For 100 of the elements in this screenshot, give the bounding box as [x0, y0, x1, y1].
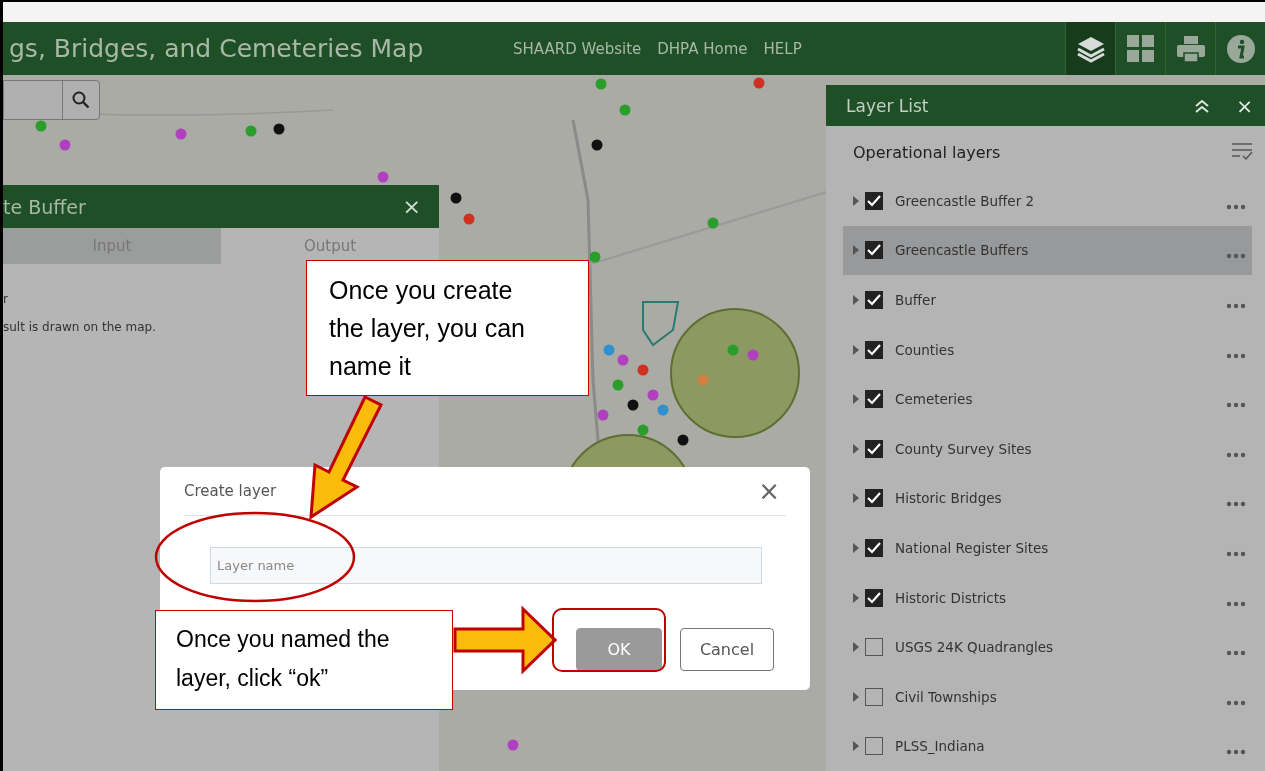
- map-marker: [707, 217, 719, 229]
- layer-name-field[interactable]: Layer name: [210, 547, 762, 584]
- map-marker: [175, 128, 187, 140]
- map-marker: [450, 192, 462, 204]
- checkbox[interactable]: [865, 340, 883, 359]
- more-icon[interactable]: [1226, 352, 1246, 359]
- nav-link[interactable]: SHAARD Website: [513, 39, 642, 58]
- expand-icon[interactable]: [853, 741, 859, 752]
- map-marker: [727, 344, 739, 356]
- layer-name: USGS 24K Quadrangles: [895, 639, 1055, 656]
- panel-title: te Buffer: [3, 195, 86, 218]
- layer-row[interactable]: PLSS_Indiana: [843, 721, 1252, 771]
- expand-icon[interactable]: [853, 344, 859, 355]
- nav-link[interactable]: DHPA Home: [657, 39, 748, 58]
- map-marker: [595, 78, 607, 90]
- map-marker: [59, 139, 71, 151]
- map-marker: [617, 354, 629, 366]
- more-icon[interactable]: [1226, 550, 1246, 557]
- map-marker: [747, 349, 759, 361]
- checkbox[interactable]: [865, 291, 883, 309]
- layer-row[interactable]: Greencastle Buffer 2: [843, 176, 1252, 226]
- layer-row[interactable]: Historic Districts: [843, 572, 1252, 623]
- district-outline: [642, 301, 680, 347]
- layer-row[interactable]: Counties: [843, 324, 1252, 375]
- map-marker: [377, 171, 389, 183]
- section-title: Operational layers: [853, 142, 1001, 162]
- callout-box: Once you create the layer, you can name it: [306, 260, 589, 396]
- dialog-title: Create layer: [184, 482, 277, 500]
- map-marker: [597, 409, 609, 421]
- more-icon[interactable]: [1226, 402, 1246, 409]
- map-marker: [507, 739, 519, 751]
- map-marker: [603, 344, 615, 356]
- layer-name: Counties: [895, 341, 956, 358]
- map-marker: [637, 364, 649, 376]
- layer-row[interactable]: Historic Bridges: [843, 473, 1252, 524]
- layer-name: County Survey Sites: [895, 440, 1033, 457]
- expand-icon[interactable]: [853, 295, 859, 305]
- map-marker: [591, 139, 603, 151]
- layer-row[interactable]: Civil Townships: [843, 671, 1252, 722]
- more-icon[interactable]: [1226, 451, 1246, 458]
- checkbox[interactable]: [865, 737, 883, 756]
- expand-icon[interactable]: [853, 245, 859, 256]
- collapse-icon[interactable]: [1194, 98, 1211, 113]
- search-field[interactable]: [3, 80, 100, 120]
- checkbox[interactable]: [865, 390, 883, 409]
- toolbar-layers-button[interactable]: [1065, 22, 1115, 75]
- map-marker: [697, 374, 709, 386]
- map-marker: [35, 120, 47, 132]
- panel-text: sult is drawn on the map.: [3, 320, 156, 334]
- layer-name: Historic Bridges: [895, 490, 1003, 507]
- expand-icon[interactable]: [853, 394, 859, 405]
- close-button[interactable]: ×: [1232, 93, 1257, 118]
- panel-title: Layer List: [846, 95, 930, 116]
- expand-icon[interactable]: [853, 542, 859, 553]
- nav-link[interactable]: HELP: [763, 39, 802, 58]
- checkbox[interactable]: [865, 191, 883, 210]
- layer-row[interactable]: Greencastle Buffers: [843, 225, 1252, 276]
- checkbox[interactable]: [865, 489, 883, 508]
- more-icon[interactable]: [1226, 501, 1246, 508]
- checkbox[interactable]: [865, 241, 883, 260]
- layer-row[interactable]: National Register Sites: [843, 523, 1252, 573]
- layer-name: Civil Townships: [895, 688, 998, 705]
- more-icon[interactable]: [1226, 699, 1246, 706]
- layer-row[interactable]: Cemeteries: [843, 374, 1252, 424]
- more-icon[interactable]: [1226, 600, 1246, 607]
- more-icon[interactable]: [1226, 253, 1246, 260]
- layer-row[interactable]: USGS 24K Quadrangles: [843, 622, 1252, 672]
- dialog-button[interactable]: Cancel: [680, 628, 774, 671]
- layer-name: Cemeteries: [895, 391, 974, 408]
- checkbox[interactable]: [865, 687, 883, 706]
- close-button[interactable]: ×: [396, 193, 427, 220]
- layer-name: Greencastle Buffer 2: [895, 192, 1036, 209]
- checkbox[interactable]: [865, 439, 883, 458]
- map-marker: [245, 125, 257, 137]
- layer-name: National Register Sites: [895, 539, 1050, 556]
- expand-icon[interactable]: [853, 195, 859, 206]
- layer-row[interactable]: Buffer: [843, 275, 1252, 325]
- map-marker: [627, 399, 639, 411]
- layer-name: Greencastle Buffers: [895, 242, 1030, 259]
- app-title: gs, Bridges, and Cemeteries Map: [8, 34, 425, 63]
- more-icon[interactable]: [1226, 303, 1246, 309]
- more-icon[interactable]: [1226, 749, 1246, 756]
- info-icon: [1225, 33, 1256, 64]
- checkbox[interactable]: [865, 538, 883, 557]
- expand-icon[interactable]: [853, 493, 859, 504]
- expand-icon[interactable]: [853, 592, 859, 603]
- expand-icon[interactable]: [853, 691, 859, 702]
- search-icon: [72, 91, 90, 109]
- more-icon[interactable]: [1226, 203, 1246, 210]
- checkbox[interactable]: [865, 588, 883, 607]
- close-button[interactable]: ×: [752, 475, 786, 507]
- more-icon[interactable]: [1226, 650, 1246, 657]
- filter-list-icon[interactable]: [1231, 142, 1253, 162]
- expand-icon[interactable]: [853, 443, 859, 454]
- layer-name: PLSS_Indiana: [895, 738, 986, 755]
- checkbox[interactable]: [865, 638, 883, 657]
- expand-icon[interactable]: [853, 642, 859, 653]
- callout-box: Once you named the layer, click “ok”: [155, 610, 453, 710]
- layer-name: Buffer: [895, 292, 937, 308]
- layer-row[interactable]: County Survey Sites: [843, 423, 1252, 474]
